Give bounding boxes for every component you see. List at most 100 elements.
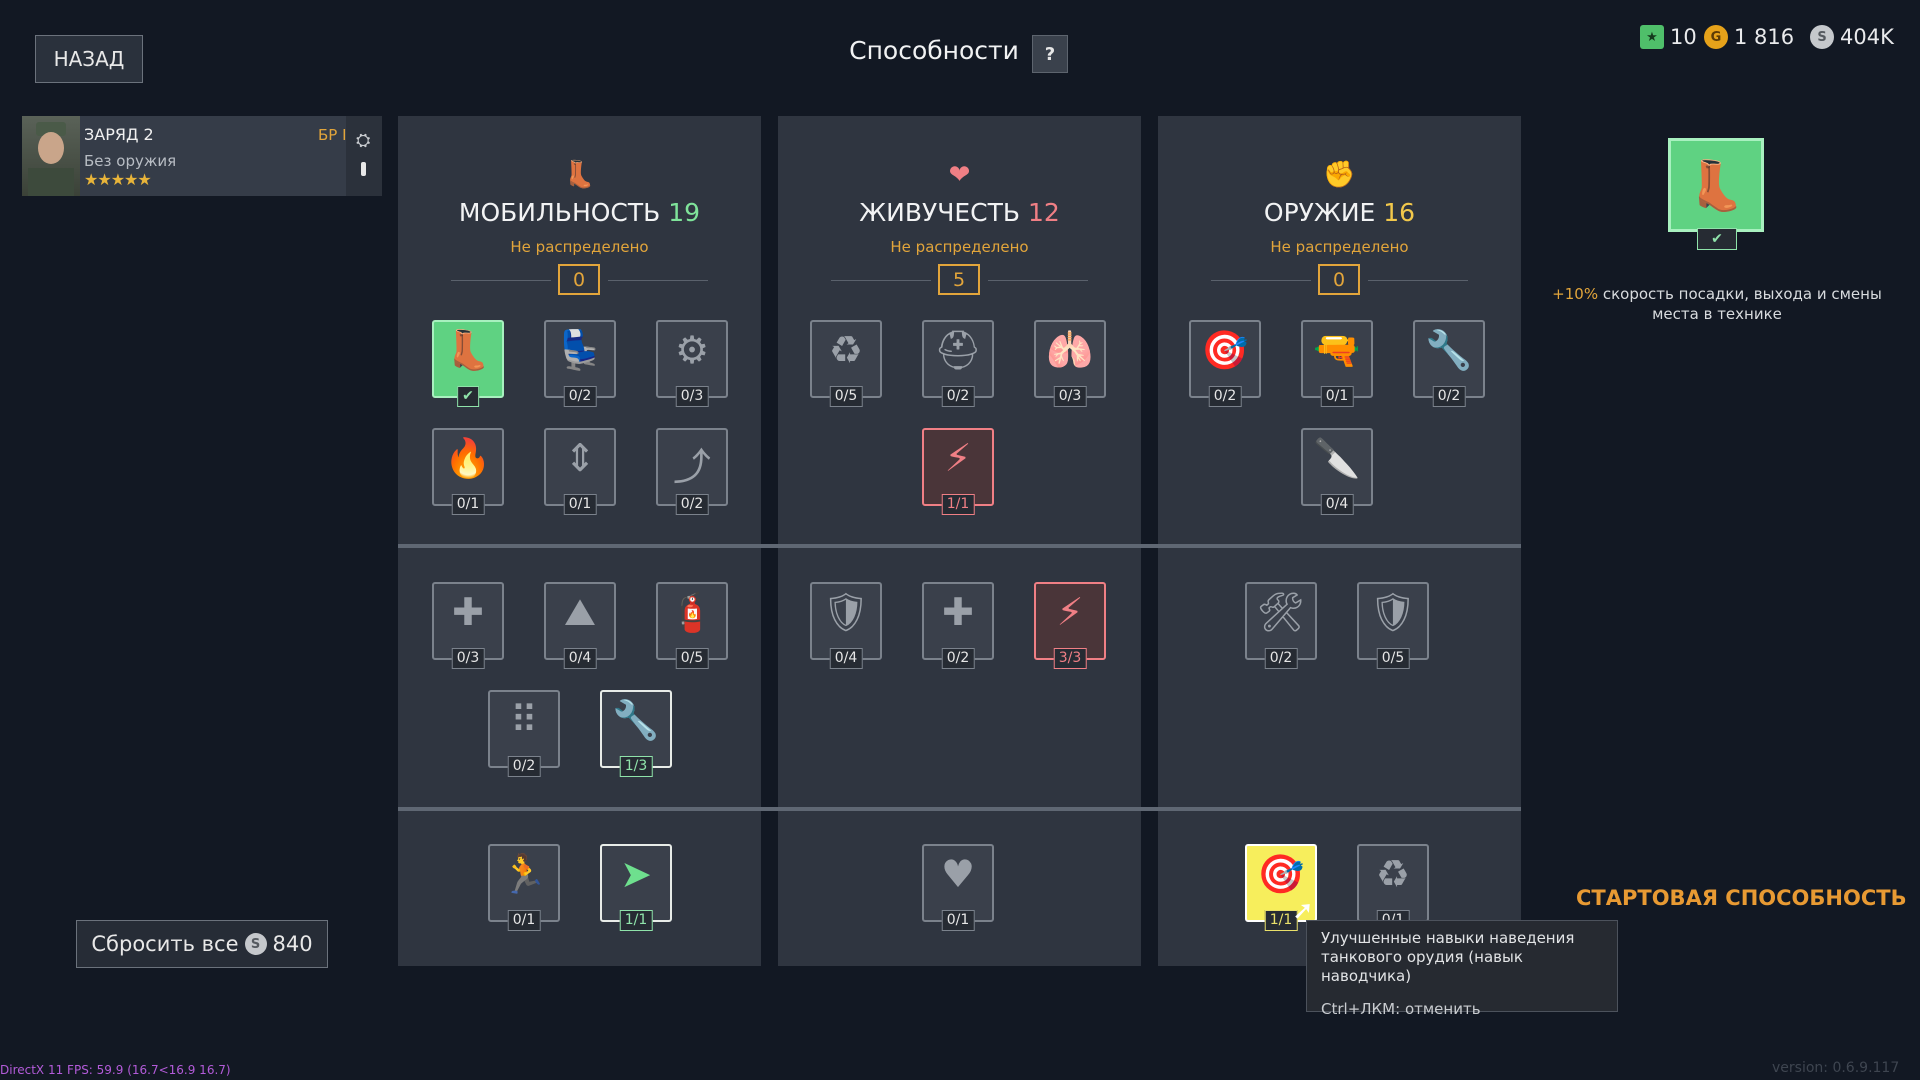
skill-level: 0/2 — [675, 494, 709, 515]
skill-level: 0/5 — [675, 648, 709, 669]
soldier-rank-stars: ★★★★★ — [84, 170, 152, 189]
fist-icon: ✊ — [1323, 160, 1356, 190]
skill-weapon-3[interactable]: 🔪 0/4 — [1301, 428, 1373, 515]
tier-divider — [398, 807, 1521, 811]
skill-weapon-2[interactable]: 🔧 0/2 — [1413, 320, 1485, 407]
skill-level: 0/4 — [563, 648, 597, 669]
skill-level: 0/1 — [507, 910, 541, 931]
currency-silver: S 404K — [1810, 22, 1894, 52]
column-points: 12 — [1027, 198, 1060, 227]
skill-level: 0/5 — [1376, 648, 1410, 669]
skill-mobility-2[interactable]: ⚙ 0/3 — [656, 320, 728, 407]
reset-label: Сбросить все — [91, 932, 239, 956]
skill-mobility-1[interactable]: 💺 0/2 — [544, 320, 616, 407]
skill-level: 0/1 — [1320, 386, 1354, 407]
skill-weapon-5[interactable]: 🛡 0/5 — [1357, 582, 1429, 669]
unassigned-label: Не распределено — [890, 238, 1029, 256]
skill-mobility-10[interactable]: 🔧 1/3 — [600, 690, 672, 777]
currency-stars: ★ 10 — [1640, 22, 1697, 52]
skill-level: 1/1 — [941, 494, 975, 515]
skill-vitality-2[interactable]: 🫁 0/3 — [1034, 320, 1106, 407]
skill-level: 0/4 — [1320, 494, 1354, 515]
desc-text: скорость посадки, выхода и смены места в… — [1598, 285, 1882, 323]
skill-level: 0/3 — [675, 386, 709, 407]
skill-weapon-7[interactable]: ♻0/1 — [1357, 844, 1429, 931]
soldier-name: ЗАРЯД 2 — [84, 125, 154, 144]
selected-skill-description: +10% скорость посадки, выхода и смены ме… — [1538, 284, 1896, 324]
column-title: ЖИВУЧЕСТЬ 12 — [778, 198, 1141, 227]
skill-vitality-7[interactable]: ♥ 0/1 — [922, 844, 994, 931]
boot-icon: 👢 — [563, 160, 596, 190]
unassigned-value: 0 — [558, 264, 600, 295]
divider-line — [608, 280, 708, 281]
skill-weapon-0[interactable]: 🎯 0/2 — [1189, 320, 1261, 407]
reset-all-button[interactable]: Сбросить все S 840 — [76, 920, 328, 968]
skill-level: 0/2 — [1208, 386, 1242, 407]
skill-vitality-0[interactable]: ♻ 0/5 — [810, 320, 882, 407]
skill-mobility-3[interactable]: 🔥 0/1 — [432, 428, 504, 515]
mouse-cursor-icon: ➚ — [1292, 896, 1314, 926]
skill-level: ✔ — [457, 386, 479, 407]
soldier-br: БР I — [318, 126, 347, 144]
skill-mobility-5[interactable]: ⤴ 0/2 — [656, 428, 728, 515]
silver-coin-icon: S — [244, 933, 267, 955]
fps-counter: DirectX 11 FPS: 59.9 (16.7<16.9 16.7) — [0, 1063, 231, 1077]
unassigned-label: Не распределено — [1270, 238, 1409, 256]
divider-line — [451, 280, 551, 281]
skill-mobility-12[interactable]: ➤ 1/1 — [600, 844, 672, 931]
skill-vitality-1[interactable]: ⛑ 0/2 — [922, 320, 994, 407]
desc-highlight: +10% — [1552, 285, 1599, 303]
column-points: 19 — [668, 198, 701, 227]
divider-line — [1368, 280, 1468, 281]
skill-mobility-6[interactable]: ✚ 0/3 — [432, 582, 504, 669]
version-label: version: 0.6.9.117 — [1772, 1060, 1900, 1076]
page-title: Способности — [849, 36, 1019, 65]
skill-mobility-0[interactable]: 👢 ✔ — [432, 320, 504, 407]
selected-check-icon: ✔ — [1697, 228, 1737, 250]
skill-level: 0/3 — [1053, 386, 1087, 407]
soldier-side-panel: ⛭ — [346, 116, 382, 196]
skill-mobility-11[interactable]: 🏃 0/1 — [488, 844, 560, 931]
skill-level: 0/2 — [1264, 648, 1298, 669]
vehicle-icon: ⛭ — [356, 130, 371, 151]
skill-level: 0/1 — [941, 910, 975, 931]
currency-gold: G 1 816 — [1704, 22, 1794, 52]
stars-value: 10 — [1670, 25, 1697, 49]
skill-mobility-4[interactable]: ⇕ 0/1 — [544, 428, 616, 515]
silver-value: 404K — [1840, 25, 1894, 49]
soldier-weapon: Без оружия — [84, 152, 177, 170]
skill-mobility-7[interactable]: ⛰ 0/4 — [544, 582, 616, 669]
unassigned-value: 0 — [1318, 264, 1360, 295]
soldier-card[interactable]: ЗАРЯД 2 Без оружия ★★★★★ БР I ⛭ — [22, 116, 382, 196]
star-badge-icon: ★ — [1640, 25, 1664, 49]
skill-weapon-4[interactable]: 🛠 0/2 — [1245, 582, 1317, 669]
skill-vitality-3[interactable]: ⚡ 1/1 — [922, 428, 994, 515]
skill-level: 0/2 — [563, 386, 597, 407]
silver-coin-icon: S — [1810, 25, 1834, 49]
reset-cost: 840 — [272, 932, 313, 956]
skill-level: 3/3 — [1053, 648, 1087, 669]
column-vitality: ❤ ЖИВУЧЕСТЬ 12 Не распределено 5 — [778, 116, 1141, 966]
skill-vitality-5[interactable]: ✚ 0/2 — [922, 582, 994, 669]
heart-icon: ❤ — [948, 160, 971, 190]
skill-vitality-4[interactable]: 🛡 0/4 — [810, 582, 882, 669]
skill-level: 0/2 — [507, 756, 541, 777]
column-title: МОБИЛЬНОСТЬ 19 — [398, 198, 761, 227]
skill-level: 0/1 — [451, 494, 485, 515]
skill-vitality-6[interactable]: ⚡ 3/3 — [1034, 582, 1106, 669]
skill-level: 0/5 — [829, 386, 863, 407]
help-button[interactable]: ? — [1032, 35, 1068, 73]
gold-value: 1 816 — [1734, 25, 1795, 49]
skill-weapon-1[interactable]: 🔫 0/1 — [1301, 320, 1373, 407]
skill-mobility-9[interactable]: ⠿ 0/2 — [488, 690, 560, 777]
unassigned-value: 5 — [938, 264, 980, 295]
skill-level: 1/1 — [619, 910, 653, 931]
skill-level: 0/2 — [941, 648, 975, 669]
divider-line — [831, 280, 931, 281]
selected-skill-tile[interactable]: 👢 — [1668, 138, 1764, 232]
skill-tooltip: Улучшенные навыки наведения танкового ор… — [1306, 920, 1618, 1018]
skill-level: 1/3 — [619, 756, 653, 777]
column-points: 16 — [1383, 198, 1416, 227]
unassigned-label: Не распределено — [510, 238, 649, 256]
skill-mobility-8[interactable]: 🧯 0/5 — [656, 582, 728, 669]
